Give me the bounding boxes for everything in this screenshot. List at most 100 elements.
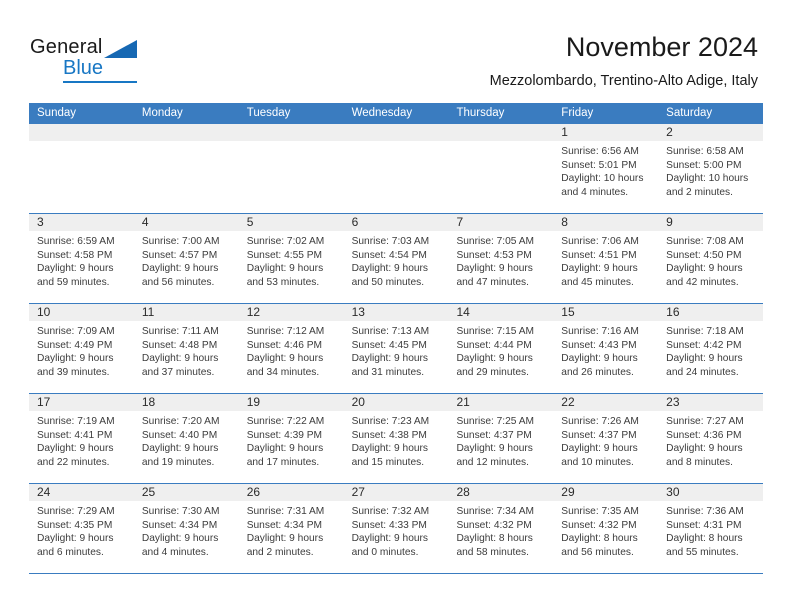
brand-logo[interactable]: General Blue <box>30 36 260 86</box>
day-info: Sunrise: 6:56 AM Sunset: 5:01 PM Daylight:… <box>553 141 658 199</box>
sunrise-time: Sunrise: 7:06 AM <box>561 236 639 247</box>
sunrise-time: Sunrise: 7:00 AM <box>141 236 220 247</box>
day-info: Sunrise: 7:03 AM Sunset: 4:54 PM Daylight:… <box>344 231 449 289</box>
weekday-monday: Monday <box>141 107 183 119</box>
sunset-time: Sunset: 4:46 PM <box>246 339 323 351</box>
day-info: Sunrise: 7:05 AM Sunset: 4:53 PM Daylight:… <box>448 231 553 289</box>
daylight-duration-line2: and 4 minutes. <box>141 546 209 558</box>
day-number: 6 <box>351 215 359 229</box>
daylight-duration-line1: Daylight: 10 hours <box>666 173 749 185</box>
day-cell[interactable]: 27 Sunrise: 7:32 AM Sunset: 4:33 PM Dayligh… <box>343 484 449 573</box>
day-cell[interactable]: 1 Sunrise: 6:56 AM Sunset: 5:01 PM Daylight… <box>553 124 659 213</box>
day-cell[interactable]: 23 Sunrise: 7:27 AM Sunset: 4:36 PM Dayligh… <box>658 394 764 483</box>
calendar-grid: Sunday Monday Tuesday Wednesday Thursday… <box>29 103 764 574</box>
daylight-duration-line1: Daylight: 9 hours <box>666 263 743 275</box>
day-cell[interactable]: 17 Sunrise: 7:19 AM Sunset: 4:41 PM Dayligh… <box>29 394 134 483</box>
sunset-time: Sunset: 4:43 PM <box>561 339 637 351</box>
day-info: Sunrise: 7:32 AM Sunset: 4:33 PM Daylight:… <box>344 501 449 559</box>
day-number-strip: 24 <box>29 484 134 501</box>
day-cell[interactable]: 4 Sunrise: 7:00 AM Sunset: 4:57 PM Daylight… <box>133 214 239 303</box>
daylight-duration-line1: Daylight: 9 hours <box>246 353 324 365</box>
daylight-duration-line2: and 45 minutes. <box>561 276 634 288</box>
day-info: Sunrise: 7:31 AM Sunset: 4:34 PM Daylight:… <box>239 501 344 559</box>
sunrise-time: Sunrise: 7:05 AM <box>456 236 535 247</box>
day-cell[interactable]: 21 Sunrise: 7:25 AM Sunset: 4:37 PM Dayligh… <box>448 394 554 483</box>
day-cell[interactable]: 11 Sunrise: 7:11 AM Sunset: 4:48 PM Dayligh… <box>133 304 239 393</box>
day-number: 14 <box>456 305 470 319</box>
daylight-duration-line2: and 56 minutes. <box>561 546 634 558</box>
day-number-strip <box>29 124 134 141</box>
sunset-time: Sunset: 4:31 PM <box>666 519 742 531</box>
daylight-duration-line1: Daylight: 9 hours <box>351 443 429 455</box>
day-number-strip: 6 <box>343 214 449 231</box>
day-cell[interactable]: 19 Sunrise: 7:22 AM Sunset: 4:39 PM Dayligh… <box>238 394 344 483</box>
day-cell[interactable]: 15 Sunrise: 7:16 AM Sunset: 4:43 PM Dayligh… <box>553 304 659 393</box>
day-cell[interactable]: 30 Sunrise: 7:36 AM Sunset: 4:31 PM Dayligh… <box>658 484 764 573</box>
day-info: Sunrise: 7:06 AM Sunset: 4:51 PM Daylight:… <box>553 231 658 289</box>
day-number: 24 <box>37 485 51 499</box>
day-cell[interactable]: 18 Sunrise: 7:20 AM Sunset: 4:40 PM Dayligh… <box>133 394 239 483</box>
day-number-strip: 18 <box>133 394 239 411</box>
daylight-duration-line1: Daylight: 9 hours <box>246 443 324 455</box>
day-cell[interactable]: 26 Sunrise: 7:31 AM Sunset: 4:34 PM Dayligh… <box>238 484 344 573</box>
day-cell[interactable]: 7 Sunrise: 7:05 AM Sunset: 4:53 PM Daylight… <box>448 214 554 303</box>
day-cell[interactable]: 29 Sunrise: 7:35 AM Sunset: 4:32 PM Dayligh… <box>553 484 659 573</box>
day-info: Sunrise: 7:18 AM Sunset: 4:42 PM Daylight:… <box>658 321 763 379</box>
daylight-duration-line2: and 8 minutes. <box>666 456 733 468</box>
day-cell[interactable]: 20 Sunrise: 7:23 AM Sunset: 4:38 PM Dayligh… <box>343 394 449 483</box>
day-cell[interactable]: 6 Sunrise: 7:03 AM Sunset: 4:54 PM Daylight… <box>343 214 449 303</box>
day-number-strip: 4 <box>133 214 239 231</box>
sunrise-time: Sunrise: 7:29 AM <box>37 506 115 517</box>
weekday-thursday: Thursday <box>456 107 505 119</box>
day-cell[interactable]: 10 Sunrise: 7:09 AM Sunset: 4:49 PM Dayligh… <box>29 304 134 393</box>
daylight-duration-line2: and 50 minutes. <box>351 276 425 288</box>
calendar-week-row: 24 Sunrise: 7:29 AM Sunset: 4:35 PM Dayligh… <box>29 484 764 574</box>
day-number-strip: 19 <box>238 394 344 411</box>
daylight-duration-line2: and 19 minutes. <box>141 456 215 468</box>
day-number: 11 <box>141 305 155 319</box>
calendar-page: General Blue November 2024 Mezzolombardo… <box>0 0 792 612</box>
day-cell-empty <box>238 124 344 213</box>
day-cell[interactable]: 2 Sunrise: 6:58 AM Sunset: 5:00 PM Daylight… <box>658 124 764 213</box>
day-number: 18 <box>141 395 156 409</box>
day-cell[interactable]: 28 Sunrise: 7:34 AM Sunset: 4:32 PM Dayligh… <box>448 484 554 573</box>
sunset-time: Sunset: 4:57 PM <box>141 249 218 261</box>
daylight-duration-line2: and 55 minutes. <box>666 546 739 558</box>
sunset-time: Sunset: 4:36 PM <box>666 429 742 441</box>
day-cell[interactable]: 13 Sunrise: 7:13 AM Sunset: 4:45 PM Dayligh… <box>343 304 449 393</box>
day-cell[interactable]: 22 Sunrise: 7:26 AM Sunset: 4:37 PM Dayligh… <box>553 394 659 483</box>
day-cell-empty <box>29 124 134 213</box>
day-number-strip: 11 <box>133 304 239 321</box>
day-number: 23 <box>666 395 680 409</box>
daylight-duration-line2: and 47 minutes. <box>456 276 529 288</box>
sunrise-time: Sunrise: 7:16 AM <box>561 326 639 337</box>
daylight-duration-line2: and 56 minutes. <box>141 276 215 288</box>
day-number: 27 <box>351 485 365 499</box>
day-cell[interactable]: 5 Sunrise: 7:02 AM Sunset: 4:55 PM Daylight… <box>238 214 344 303</box>
sunrise-time: Sunrise: 7:35 AM <box>561 506 639 517</box>
day-info: Sunrise: 7:23 AM Sunset: 4:38 PM Daylight:… <box>344 411 449 469</box>
day-cell[interactable]: 8 Sunrise: 7:06 AM Sunset: 4:51 PM Daylight… <box>553 214 659 303</box>
day-cell[interactable]: 9 Sunrise: 7:08 AM Sunset: 4:50 PM Daylight… <box>658 214 764 303</box>
day-cell[interactable]: 25 Sunrise: 7:30 AM Sunset: 4:34 PM Dayligh… <box>133 484 239 573</box>
day-cell[interactable]: 16 Sunrise: 7:18 AM Sunset: 4:42 PM Dayligh… <box>658 304 764 393</box>
day-number-strip <box>238 124 344 141</box>
sunset-time: Sunset: 4:45 PM <box>351 339 427 351</box>
sunset-time: Sunset: 4:49 PM <box>37 339 113 351</box>
sunset-time: Sunset: 4:35 PM <box>37 519 113 531</box>
day-info: Sunrise: 7:09 AM Sunset: 4:49 PM Daylight:… <box>29 321 134 379</box>
brand-name-general: General <box>30 36 103 58</box>
day-number-strip: 12 <box>238 304 344 321</box>
day-info: Sunrise: 7:08 AM Sunset: 4:50 PM Daylight:… <box>658 231 763 289</box>
calendar-weeks: 1 Sunrise: 6:56 AM Sunset: 5:01 PM Daylight… <box>29 124 764 574</box>
day-cell[interactable]: 24 Sunrise: 7:29 AM Sunset: 4:35 PM Dayligh… <box>29 484 134 573</box>
day-cell[interactable]: 14 Sunrise: 7:15 AM Sunset: 4:44 PM Dayligh… <box>448 304 554 393</box>
day-info: Sunrise: 7:16 AM Sunset: 4:43 PM Daylight:… <box>553 321 658 379</box>
weekday-sunday: Sunday <box>37 107 77 119</box>
sunrise-time: Sunrise: 7:27 AM <box>666 416 744 427</box>
day-number-strip: 27 <box>343 484 449 501</box>
day-cell[interactable]: 12 Sunrise: 7:12 AM Sunset: 4:46 PM Dayligh… <box>238 304 344 393</box>
sunset-time: Sunset: 4:38 PM <box>351 429 427 441</box>
brand-underline <box>63 81 137 83</box>
day-cell[interactable]: 3 Sunrise: 6:59 AM Sunset: 4:58 PM Daylight… <box>29 214 134 303</box>
